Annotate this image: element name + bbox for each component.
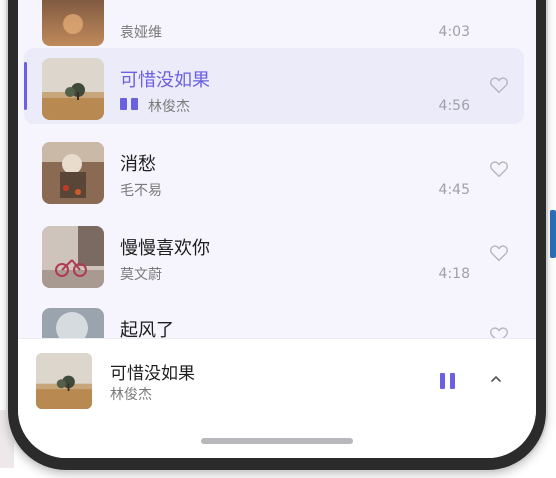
- chevron-up-icon[interactable]: [486, 369, 506, 389]
- edge-accent: [550, 210, 556, 258]
- song-duration: 4:56: [438, 98, 470, 114]
- album-cover: [42, 226, 104, 288]
- playing-bars-icon: [120, 98, 142, 110]
- song-title: 消愁: [120, 154, 156, 175]
- song-duration: 4:18: [438, 266, 470, 282]
- heart-outline-icon[interactable]: [488, 74, 510, 96]
- album-cover: [42, 0, 104, 46]
- phone-frame: 袁娅维 4:03 可惜没如果 林俊杰 4:56 消愁 毛不易 4:45 慢慢喜欢…: [8, 0, 546, 470]
- song-row[interactable]: 袁娅维 4:03: [24, 0, 524, 50]
- pause-icon[interactable]: [436, 369, 460, 393]
- song-title: 可惜没如果: [120, 70, 210, 91]
- song-row[interactable]: 慢慢喜欢你 莫文蔚 4:18: [24, 216, 524, 292]
- song-duration: 4:45: [438, 182, 470, 198]
- now-playing-title: 可惜没如果: [110, 364, 195, 384]
- song-row[interactable]: 消愁 毛不易 4:45: [24, 132, 524, 208]
- song-duration: 4:03: [438, 24, 470, 40]
- phone-screen: 袁娅维 4:03 可惜没如果 林俊杰 4:56 消愁 毛不易 4:45 慢慢喜欢…: [18, 0, 536, 458]
- album-cover: [42, 142, 104, 204]
- mini-player[interactable]: 可惜没如果 林俊杰: [18, 338, 536, 423]
- now-playing-artist: 林俊杰: [110, 387, 152, 403]
- song-list[interactable]: 袁娅维 4:03 可惜没如果 林俊杰 4:56 消愁 毛不易 4:45 慢慢喜欢…: [18, 0, 536, 370]
- heart-outline-icon[interactable]: [488, 242, 510, 264]
- song-title: 慢慢喜欢你: [120, 238, 210, 259]
- home-indicator[interactable]: [201, 438, 353, 444]
- song-artist: 莫文蔚: [120, 267, 162, 283]
- album-cover: [42, 58, 104, 120]
- song-row-active[interactable]: 可惜没如果 林俊杰 4:56: [24, 48, 524, 124]
- song-artist: 毛不易: [120, 183, 162, 199]
- heart-outline-icon[interactable]: [488, 158, 510, 180]
- active-indicator: [24, 62, 27, 110]
- song-artist: 林俊杰: [148, 99, 190, 115]
- now-playing-cover[interactable]: [36, 353, 92, 409]
- song-artist: 袁娅维: [120, 25, 162, 41]
